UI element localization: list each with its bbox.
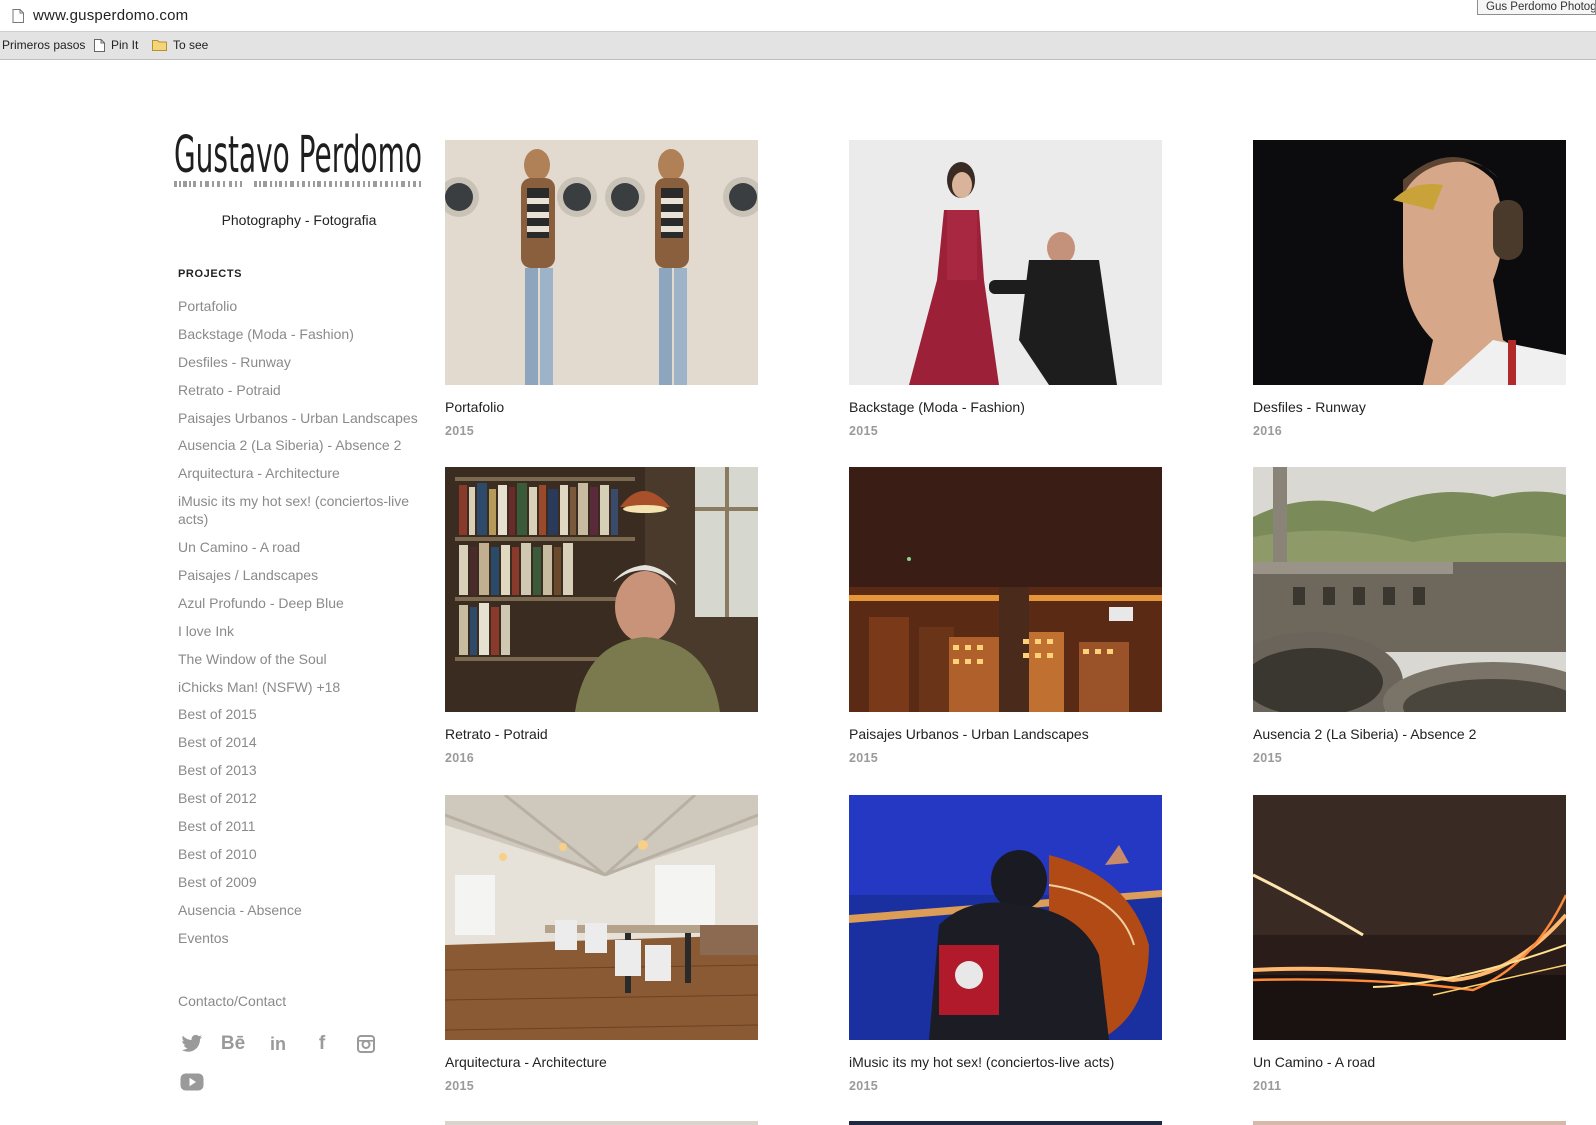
project-title[interactable]: iMusic its my hot sex! (conciertos-live …: [849, 1054, 1114, 1070]
nav-item[interactable]: Best of 2011: [178, 817, 423, 835]
project-year: 2015: [445, 1079, 475, 1093]
project-thumbnail[interactable]: [1253, 795, 1566, 1040]
project-thumbnail[interactable]: [1253, 467, 1566, 712]
project-title[interactable]: Retrato - Potraid: [445, 726, 548, 742]
project-thumbnail-partial[interactable]: [849, 1121, 1162, 1125]
nav-item[interactable]: Ausencia - Absence: [178, 901, 423, 919]
nav-item[interactable]: Eventos: [178, 929, 423, 947]
logo-text: Gustavo Perdomo: [174, 126, 422, 185]
project-title[interactable]: Ausencia 2 (La Siberia) - Absence 2: [1253, 726, 1476, 742]
site-subtitle: Photography - Fotografia: [221, 212, 377, 228]
nav-item[interactable]: Arquitectura - Architecture: [178, 464, 423, 482]
bookmark-to-see[interactable]: To see: [152, 38, 208, 52]
folder-icon: [152, 40, 167, 51]
nav-item[interactable]: Un Camino - A road: [178, 538, 423, 556]
project-year: 2016: [1253, 424, 1283, 438]
project-title[interactable]: Un Camino - A road: [1253, 1054, 1375, 1070]
youtube-icon[interactable]: [178, 1070, 206, 1094]
tab-tooltip: Gus Perdomo Photography: [1477, 0, 1596, 15]
project-thumbnail-partial[interactable]: [1253, 1121, 1566, 1125]
nav-item[interactable]: The Window of the Soul: [178, 650, 423, 668]
project-year: 2016: [445, 751, 475, 765]
project-thumbnail-partial[interactable]: [445, 1121, 758, 1125]
project-year: 2015: [1253, 751, 1283, 765]
project-thumbnail[interactable]: [849, 140, 1162, 385]
project-title[interactable]: Desfiles - Runway: [1253, 399, 1366, 415]
nav-item[interactable]: iMusic its my hot sex! (conciertos-live …: [178, 492, 423, 528]
project-year: 2015: [849, 751, 879, 765]
behance-icon[interactable]: Bē: [219, 1032, 247, 1056]
project-card-un-camino[interactable]: Un Camino - A road 2011: [1253, 795, 1566, 1093]
facebook-icon[interactable]: f: [308, 1032, 336, 1056]
project-thumbnail[interactable]: [445, 467, 758, 712]
nav-item[interactable]: Best of 2010: [178, 845, 423, 863]
nav-item[interactable]: Best of 2014: [178, 733, 423, 751]
nav-item[interactable]: Retrato - Potraid: [178, 381, 423, 399]
nav-item[interactable]: Ausencia 2 (La Siberia) - Absence 2: [178, 436, 423, 454]
nav-item[interactable]: iChicks Man! (NSFW) +18: [178, 678, 423, 696]
logo-graphic: Gustavo Perdomo: [174, 126, 422, 187]
project-title[interactable]: Arquitectura - Architecture: [445, 1054, 607, 1070]
nav-item[interactable]: Best of 2012: [178, 789, 423, 807]
nav-item[interactable]: Portafolio: [178, 297, 423, 315]
project-thumbnail[interactable]: [849, 467, 1162, 712]
project-thumbnail[interactable]: [1253, 140, 1566, 385]
url-text[interactable]: www.gusperdomo.com: [33, 7, 188, 24]
linkedin-icon[interactable]: in: [264, 1032, 292, 1056]
nav-item[interactable]: Paisajes / Landscapes: [178, 566, 423, 584]
project-card-backstage[interactable]: Backstage (Moda - Fashion) 2015: [849, 140, 1162, 438]
nav-item[interactable]: Best of 2015: [178, 705, 423, 723]
nav-item[interactable]: I love Ink: [178, 622, 423, 640]
project-year: 2015: [849, 424, 879, 438]
bookmark-label: Pin It: [111, 38, 139, 52]
site-logo[interactable]: Gustavo Perdomo: [174, 126, 424, 194]
project-nav: Portafolio Backstage (Moda - Fashion) De…: [178, 297, 423, 956]
project-card-imusic[interactable]: iMusic its my hot sex! (conciertos-live …: [849, 795, 1162, 1093]
projects-heading: PROJECTS: [178, 268, 243, 280]
nav-item[interactable]: Desfiles - Runway: [178, 353, 423, 371]
project-card-desfiles[interactable]: Desfiles - Runway 2016: [1253, 140, 1566, 438]
contact-link[interactable]: Contacto/Contact: [178, 993, 286, 1009]
nav-item[interactable]: Paisajes Urbanos - Urban Landscapes: [178, 409, 423, 427]
nav-item[interactable]: Azul Profundo - Deep Blue: [178, 594, 423, 612]
project-year: 2011: [1253, 1079, 1282, 1093]
project-card-ausencia-2[interactable]: Ausencia 2 (La Siberia) - Absence 2 2015: [1253, 467, 1566, 765]
instagram-icon[interactable]: [352, 1032, 380, 1056]
project-card-retrato[interactable]: Retrato - Potraid 2016: [445, 467, 758, 765]
bookmarks-bar: Primeros pasos Pin It To see: [0, 32, 1596, 60]
page-icon: [94, 38, 105, 52]
project-thumbnail[interactable]: [445, 140, 758, 385]
project-card-arquitectura[interactable]: Arquitectura - Architecture 2015: [445, 795, 758, 1093]
project-title[interactable]: Paisajes Urbanos - Urban Landscapes: [849, 726, 1089, 742]
project-year: 2015: [445, 424, 475, 438]
project-year: 2015: [849, 1079, 879, 1093]
bookmark-label: Primeros pasos: [2, 38, 86, 52]
bookmark-label: To see: [173, 38, 209, 52]
bookmark-primeros-pasos[interactable]: Primeros pasos: [2, 38, 85, 52]
nav-item[interactable]: Best of 2013: [178, 761, 423, 779]
project-card-portafolio[interactable]: Portafolio 2015: [445, 140, 758, 438]
address-bar[interactable]: www.gusperdomo.com: [0, 0, 1596, 32]
project-thumbnail[interactable]: [849, 795, 1162, 1040]
project-title[interactable]: Portafolio: [445, 399, 504, 415]
twitter-icon[interactable]: [178, 1032, 206, 1056]
project-card-paisajes-urbanos[interactable]: Paisajes Urbanos - Urban Landscapes 2015: [849, 467, 1162, 765]
page-icon: [12, 9, 24, 23]
nav-item[interactable]: Best of 2009: [178, 873, 423, 891]
project-thumbnail[interactable]: [445, 795, 758, 1040]
nav-item[interactable]: Backstage (Moda - Fashion): [178, 325, 423, 343]
bookmark-pin-it[interactable]: Pin It: [94, 38, 138, 52]
project-title[interactable]: Backstage (Moda - Fashion): [849, 399, 1025, 415]
